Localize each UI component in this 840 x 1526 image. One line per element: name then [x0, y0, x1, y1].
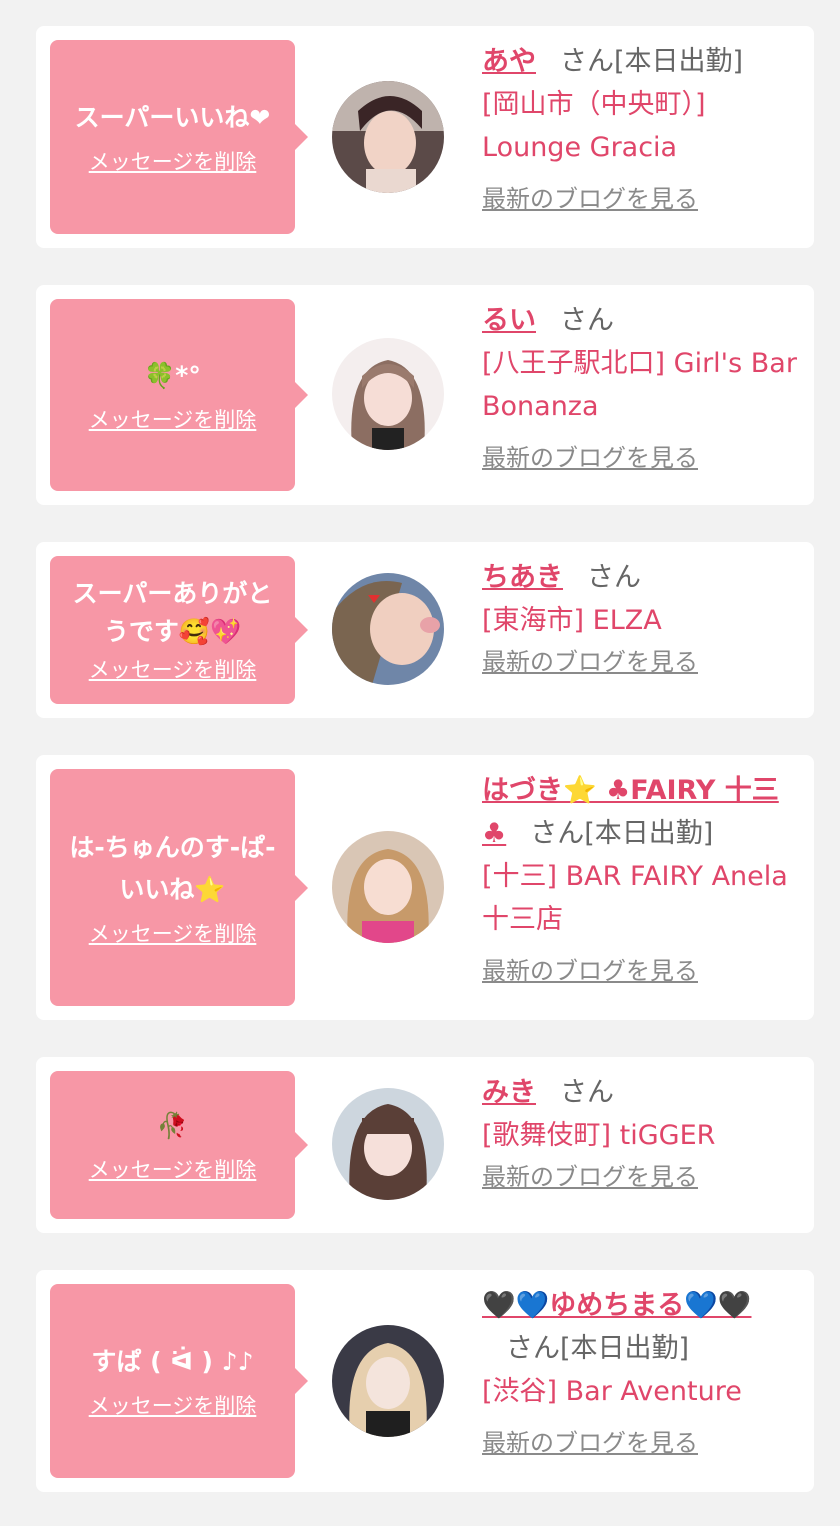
- honorific: さん: [560, 1077, 614, 1108]
- shop-name: [八王子駅北口] Girl's Bar Bonanza: [482, 348, 797, 422]
- shop-name: [岡山市（中央町）] Lounge Gracia: [482, 89, 706, 163]
- avatar[interactable]: [332, 1088, 444, 1200]
- cast-name-link[interactable]: ちあき: [482, 562, 563, 593]
- message-bubble: 🍀*° メッセージを削除: [50, 299, 308, 491]
- cast-info: あや さん[本日出勤] [岡山市（中央町）] Lounge Gracia 最新のブ…: [482, 40, 802, 215]
- honorific: さん: [587, 562, 641, 593]
- shop-name: [渋谷] Bar Aventure: [482, 1376, 742, 1407]
- cast-name-link[interactable]: みき: [482, 1077, 536, 1108]
- shop-name: [十三] BAR FAIRY Anela 十三店: [482, 861, 788, 935]
- cast-name-link[interactable]: るい: [482, 305, 536, 336]
- latest-blog-link[interactable]: 最新のブログを見る: [482, 646, 698, 678]
- cast-info: みき さん [歌舞伎町] tiGGER 最新のブログを見る: [482, 1071, 802, 1193]
- honorific: さん: [560, 46, 614, 77]
- message-bubble: 🥀 メッセージを削除: [50, 1071, 308, 1219]
- delete-message-link[interactable]: メッセージを削除: [89, 1391, 257, 1421]
- honorific: さん: [530, 818, 585, 849]
- message-bubble: すぱ ( ᐛ ) ♪♪ メッセージを削除: [50, 1284, 308, 1478]
- cast-name-link[interactable]: 🖤💙ゆめちまる💙🖤: [482, 1290, 751, 1321]
- message-text: 🍀*°: [144, 361, 201, 390]
- honorific: さん: [506, 1333, 560, 1364]
- attendance-status: [本日出勤]: [584, 818, 714, 849]
- cast-info: 🖤💙ゆめちまる💙🖤 さん[本日出勤] [渋谷] Bar Aventure 最新のブ…: [482, 1284, 802, 1459]
- list-item: スーパーいいね❤ メッセージを削除 あや さん[本日出勤] [岡山市（中央町）] …: [36, 26, 814, 248]
- attendance-status: [本日出勤]: [560, 1333, 690, 1364]
- delete-message-link[interactable]: メッセージを削除: [89, 405, 257, 435]
- latest-blog-link[interactable]: 最新のブログを見る: [482, 442, 698, 474]
- avatar[interactable]: [332, 831, 444, 943]
- avatar[interactable]: [332, 573, 444, 685]
- cast-info: はづき⭐ ♣FAIRY 十三♣ さん[本日出勤] [十三] BAR FAIRY A…: [482, 769, 802, 987]
- attendance-status: [本日出勤]: [614, 46, 744, 77]
- list-item: すぱ ( ᐛ ) ♪♪ メッセージを削除 🖤💙ゆめちまる💙🖤 さん[本日出勤] […: [36, 1270, 814, 1492]
- delete-message-link[interactable]: メッセージを削除: [89, 655, 257, 685]
- latest-blog-link[interactable]: 最新のブログを見る: [482, 1161, 698, 1193]
- message-text: 🥀: [156, 1111, 189, 1140]
- cast-name-link[interactable]: あや: [482, 46, 536, 77]
- avatar[interactable]: [332, 338, 444, 450]
- honorific: さん: [560, 305, 614, 336]
- latest-blog-link[interactable]: 最新のブログを見る: [482, 955, 698, 987]
- cast-info: るい さん [八王子駅北口] Girl's Bar Bonanza 最新のブログを…: [482, 299, 802, 474]
- message-bubble: は-ちゅんのす-ぱ-いいね⭐ メッセージを削除: [50, 769, 308, 1006]
- delete-message-link[interactable]: メッセージを削除: [89, 147, 257, 177]
- latest-blog-link[interactable]: 最新のブログを見る: [482, 1427, 698, 1459]
- list-item: スーパーありがとうです🥰💖 メッセージを削除 ちあき さん [東海市] ELZA …: [36, 542, 814, 718]
- message-text: すぱ ( ᐛ ) ♪♪: [91, 1347, 254, 1376]
- list-item: 🥀 メッセージを削除 みき さん [歌舞伎町] tiGGER 最新のブログを見る: [36, 1057, 814, 1233]
- delete-message-link[interactable]: メッセージを削除: [89, 1155, 257, 1185]
- message-text: スーパーありがとうです🥰💖: [72, 579, 273, 646]
- avatar[interactable]: [332, 1325, 444, 1437]
- avatar[interactable]: [332, 81, 444, 193]
- message-bubble: スーパーいいね❤ メッセージを削除: [50, 40, 308, 234]
- list-item: は-ちゅんのす-ぱ-いいね⭐ メッセージを削除 はづき⭐ ♣FAIRY 十三♣ さ…: [36, 755, 814, 1020]
- like-message-list: スーパーいいね❤ メッセージを削除 あや さん[本日出勤] [岡山市（中央町）] …: [0, 0, 840, 1526]
- message-bubble: スーパーありがとうです🥰💖 メッセージを削除: [50, 556, 308, 704]
- latest-blog-link[interactable]: 最新のブログを見る: [482, 183, 698, 215]
- cast-info: ちあき さん [東海市] ELZA 最新のブログを見る: [482, 556, 802, 678]
- message-text: は-ちゅんのす-ぱ-いいね⭐: [69, 832, 276, 904]
- delete-message-link[interactable]: メッセージを削除: [89, 919, 257, 949]
- shop-name: [東海市] ELZA: [482, 605, 662, 636]
- shop-name: [歌舞伎町] tiGGER: [482, 1120, 716, 1151]
- message-text: スーパーいいね❤: [74, 103, 271, 132]
- list-item: 🍀*° メッセージを削除 るい さん [八王子駅北口] Girl's Bar Bo…: [36, 285, 814, 505]
